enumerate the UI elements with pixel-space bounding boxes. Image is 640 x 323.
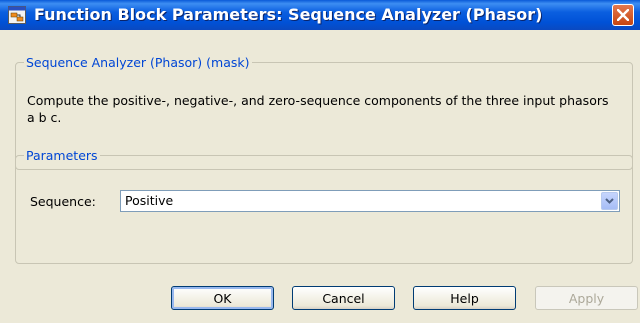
apply-button[interactable]: Apply [535, 286, 638, 310]
dialog-content: Sequence Analyzer (Phasor) (mask) Comput… [0, 30, 640, 323]
dialog-window: Function Block Parameters: Sequence Anal… [0, 0, 640, 323]
sequence-select-value: Positive [125, 193, 174, 208]
cancel-button[interactable]: Cancel [292, 286, 395, 310]
chevron-down-icon [605, 198, 614, 204]
mask-group-legend: Sequence Analyzer (Phasor) (mask) [26, 55, 250, 70]
parameters-group-legend: Parameters [26, 148, 98, 163]
sequence-label: Sequence: [30, 194, 96, 209]
ok-button[interactable]: OK [171, 286, 274, 310]
window-title: Function Block Parameters: Sequence Anal… [34, 5, 543, 24]
mask-description: Compute the positive-, negative-, and ze… [27, 93, 609, 125]
close-button[interactable] [612, 4, 634, 26]
help-button[interactable]: Help [413, 286, 516, 310]
simulink-block-icon [8, 6, 26, 24]
sequence-select[interactable]: Positive [120, 190, 620, 212]
title-bar[interactable]: Function Block Parameters: Sequence Anal… [0, 0, 640, 30]
dropdown-button[interactable] [601, 192, 618, 210]
close-icon [617, 9, 629, 21]
